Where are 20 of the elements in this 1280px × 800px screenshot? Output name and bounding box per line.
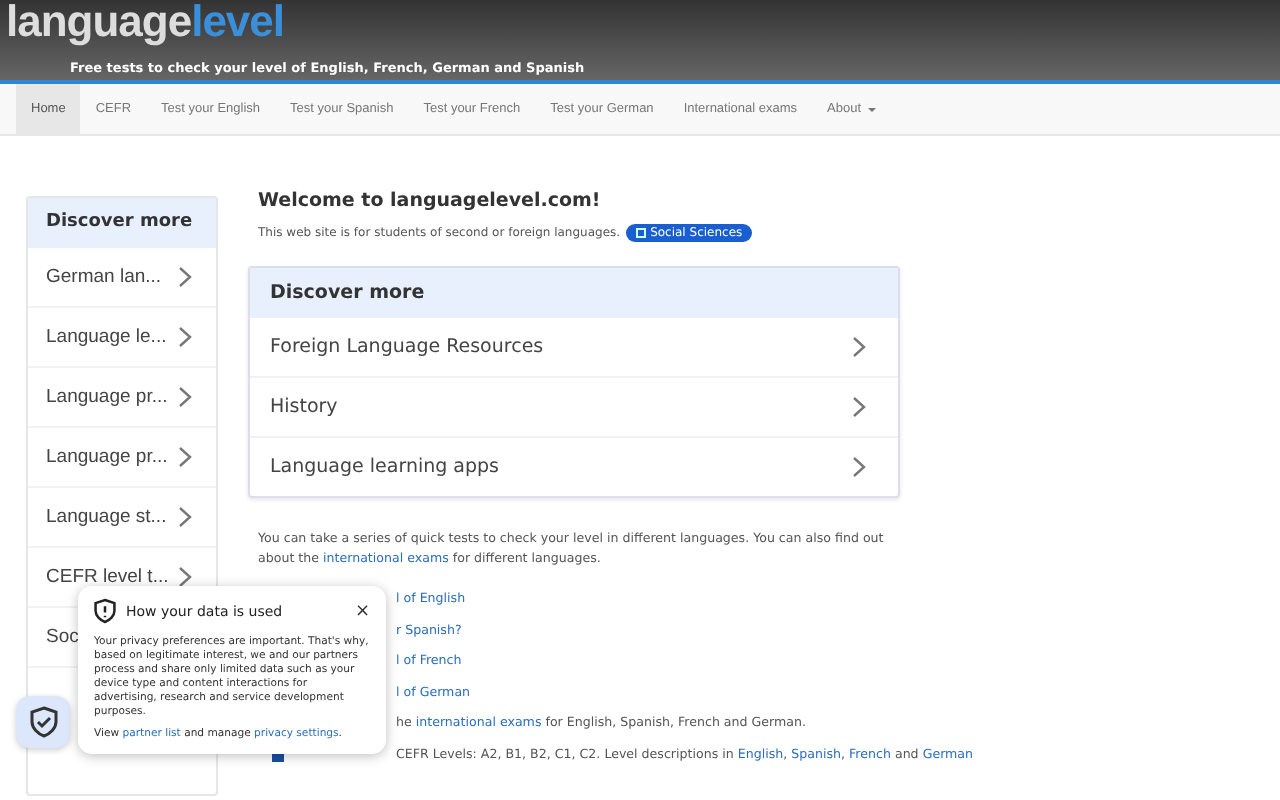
sidebar-item[interactable]: Language st... <box>28 488 216 548</box>
sidebar-item[interactable]: Language pr... <box>28 428 216 488</box>
page-title: Welcome to languagelevel.com! <box>258 190 603 212</box>
chevron-icon <box>852 336 866 358</box>
sidebar-item[interactable]: Language pr... <box>28 368 216 428</box>
logo-text[interactable]: languagelevel <box>6 0 285 46</box>
privacy-button[interactable] <box>16 696 70 748</box>
discover-item[interactable]: History <box>250 378 898 438</box>
sidebar-item[interactable]: Language le... <box>28 308 216 368</box>
sidebar-title: Discover more <box>28 198 216 248</box>
close-button[interactable]: × <box>354 603 370 619</box>
chevron-icon <box>852 456 866 478</box>
discover-item[interactable]: Language learning apps <box>250 438 898 496</box>
grid-icon <box>636 228 647 238</box>
shield-icon <box>29 706 57 738</box>
shield-icon <box>94 598 116 624</box>
chevron-icon <box>852 396 866 418</box>
card-title: Discover more <box>250 268 898 318</box>
sidebar-item[interactable]: German lan... <box>28 248 216 308</box>
discover-item[interactable]: Foreign Language Resources <box>250 318 898 378</box>
